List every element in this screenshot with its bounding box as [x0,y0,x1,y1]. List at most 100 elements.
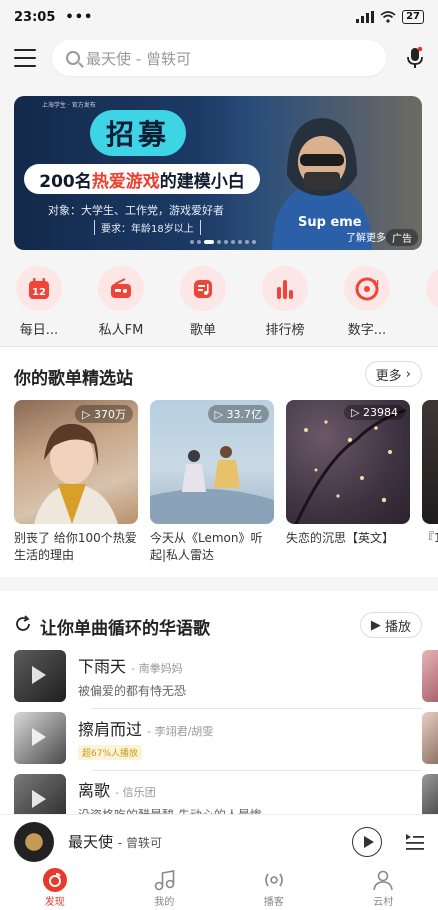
app-screen: 23:05 ••• 27 最天使 - 曾轶可 上海学生 · 官方发布 招募 20… [0,0,438,910]
radio-icon [111,277,131,298]
search-placeholder: 最天使 - 曾轶可 [86,49,191,68]
microphone-icon[interactable] [406,46,424,70]
refresh-icon[interactable] [14,615,32,633]
ad-badge: 广告 [386,229,418,246]
album-icon: N [355,277,379,300]
play-count: ▷ 33.7亿 [207,405,269,423]
menu-icon[interactable] [14,49,36,67]
song-artist: - 南拳妈妈 [131,662,183,675]
playlist-section-title: 你的歌单精选站 [14,369,133,389]
song-section-title: 让你单曲循环的华语歌 [40,619,210,639]
playlist-name: 别丧了 给你100个热爱生活的理由 [14,531,137,562]
banner-recruit: 招募 [90,110,186,156]
search-input[interactable]: 最天使 - 曾轶可 [52,40,386,76]
song-title: 下雨天 [78,657,127,676]
quick-entry-row: 12 每日... 私人FM 歌单 排行榜 N 数字... 听 [0,266,438,338]
banner-learn-more[interactable]: 了解更多 [346,229,386,244]
song-artist: - 信乐团 [115,786,156,799]
svg-text:12: 12 [32,287,46,298]
song-cover [14,650,66,702]
search-icon [66,51,80,65]
quick-label: 每日... [19,323,59,338]
divider [92,770,422,771]
divider [92,708,422,709]
playlist-name: 今天从《Lemon》听起|私人雷达 [150,531,263,562]
banner-target: 对象：大学生、工作党，游戏爱好者 [48,204,224,217]
play-icon [363,835,374,848]
playlist-card[interactable]: ▷ 23984 失恋的沉思【英文】 [286,400,410,564]
play-icon: ▶ [370,617,381,633]
bottom-nav: 发现 我的 播客 云村 [0,868,438,910]
quick-fm[interactable]: 私人FM [96,266,146,338]
community-icon [373,870,394,891]
tab-discover[interactable]: 发现 [0,868,110,910]
status-time: 23:05 [14,9,56,25]
chart-icon [277,279,293,299]
mini-player[interactable]: 最天使 - 曾轶可 [0,814,438,868]
play-icon [32,666,46,684]
tab-label: 播客 [263,897,284,908]
tab-community[interactable]: 云村 [329,868,438,910]
now-playing-cover [14,821,54,862]
next-column-cover [422,650,438,702]
top-bar: 最天使 - 曾轶可 [0,38,438,78]
discover-icon [42,868,67,892]
podcast-icon [264,873,283,887]
playlist-name: 失恋的沉思【英文】 [286,531,395,545]
battery-indicator: 27 [402,10,424,24]
tab-mine[interactable]: 我的 [110,868,220,910]
playlist-icon [194,279,212,298]
tab-label: 发现 [44,897,65,908]
playlist-card[interactable]: 『1v 男声 [422,400,438,564]
promo-banner[interactable]: 上海学生 · 官方发布 招募 200名 热爱游戏 的建模小白 对象：大学生、工作党，… [14,96,422,250]
hooded-figure-illustration: Sup eme [272,118,372,250]
play-icon [32,790,46,808]
now-playing-title: 最天使 - 曾轶可 [68,833,162,851]
play-count: ▷ 23984 [344,405,405,420]
status-bar: 23:05 ••• 27 [0,0,438,34]
playlist-card[interactable]: ▷ 370万 别丧了 给你100个热爱生活的理由 [14,400,138,564]
play-all-button[interactable]: ▶ 播放 [359,612,422,638]
playlist-card[interactable]: ▷ 33.7亿 今天从《Lemon》听起|私人雷达 [150,400,274,564]
music-note-icon [154,870,175,891]
chevron-right-icon: › [405,366,411,382]
song-subtitle: 被偏爱的都有恃无恐 [78,684,187,698]
quick-daily[interactable]: 12 每日... [14,266,64,338]
status-dots: ••• [65,9,94,25]
banner-pager [190,240,256,244]
song-title: 擦肩而过 [78,720,143,739]
play-count: ▷ 370万 [75,405,133,423]
play-pause-button[interactable] [352,826,382,857]
tab-label: 我的 [154,897,175,908]
wifi-icon [380,11,396,23]
song-badge: 超67%人播放 [78,745,143,760]
quick-listen[interactable]: 听 [424,266,438,338]
quick-label: 私人FM [98,323,144,338]
quick-playlist[interactable]: 歌单 [178,266,228,338]
queue-list-icon[interactable] [404,833,424,851]
quick-album[interactable]: N 数字... [342,266,392,338]
more-button[interactable]: 更多 › [364,361,422,387]
quick-label: 数字... [347,323,387,338]
song-cover [14,712,66,764]
next-column-cover [422,712,438,764]
tab-podcast[interactable]: 播客 [219,868,329,910]
signal-icon [356,11,375,23]
song-row[interactable]: 下雨天 - 南拳妈妈 被偏爱的都有恃无恐 [14,648,414,704]
status-icons: 27 [356,10,424,24]
song-artist: - 李翊君/胡雯 [147,725,214,738]
banner-requirement: 要求：年龄18岁以上 [94,220,201,235]
svg-text:N: N [373,279,379,287]
song-row[interactable]: 擦肩而过 - 李翊君/胡雯 超67%人播放 [14,710,414,766]
playlist-cards: ▷ 370万 别丧了 给你100个热爱生活的理由 ▷ 33.7亿 今天从《Lem… [14,400,438,564]
svg-text:Sup eme: Sup eme [298,215,362,230]
playlist-name: 『1v 男声 [422,531,438,545]
quick-chart[interactable]: 排行榜 [260,266,310,338]
banner-logo-text: 上海学生 · 官方发布 [42,102,96,109]
calendar-icon: 12 [29,277,49,299]
song-title: 离歌 [78,781,111,800]
tab-label: 云村 [373,897,394,908]
banner-headline: 200名 热爱游戏 的建模小白 [24,164,260,194]
quick-label: 歌单 [189,323,216,338]
quick-label: 排行榜 [265,323,305,338]
